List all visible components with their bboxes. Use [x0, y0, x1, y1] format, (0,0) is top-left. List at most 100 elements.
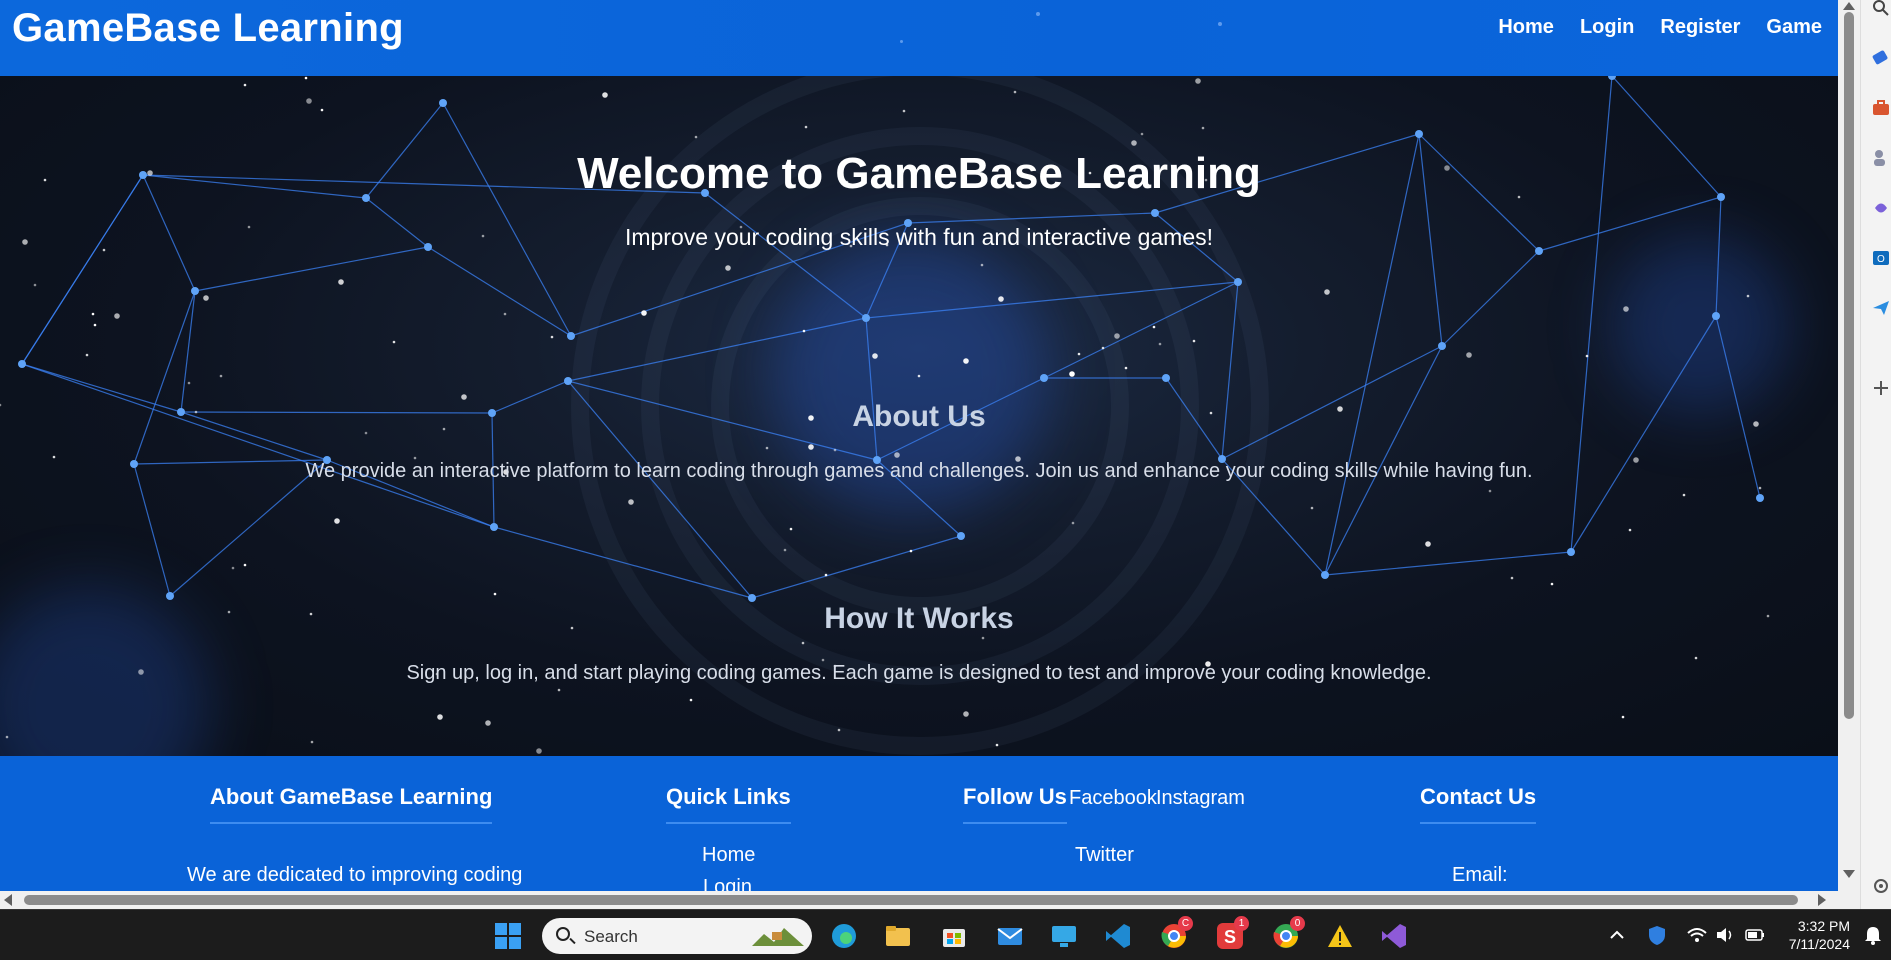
site-brand[interactable]: GameBase Learning [12, 6, 404, 51]
chrome-profile-badge: 0 [1290, 916, 1305, 931]
network-node [1151, 209, 1159, 217]
scroll-up-arrow-icon[interactable] [1843, 2, 1855, 10]
star [872, 353, 878, 359]
star [802, 329, 806, 333]
sidebar-add-icon[interactable] [1871, 378, 1891, 398]
footer-about-title: About GameBase Learning [210, 784, 493, 824]
how-title: How It Works [824, 602, 1014, 635]
star [536, 748, 542, 754]
star [1425, 541, 1431, 547]
network-line [1324, 551, 1572, 576]
star [1324, 289, 1330, 295]
star [1077, 352, 1081, 356]
footer-link-login[interactable]: Login [703, 876, 752, 891]
horizontal-scrollbar[interactable] [0, 891, 1838, 909]
footer-link-home[interactable]: Home [702, 844, 755, 867]
star [85, 353, 89, 357]
footer-follow-col: Follow Us [963, 784, 1067, 824]
chrome-profile-icon[interactable]: 0 [1272, 916, 1305, 950]
star [33, 283, 37, 287]
star [91, 312, 95, 316]
network-line [1441, 250, 1540, 347]
star [804, 125, 808, 129]
warning-icon[interactable] [1326, 922, 1354, 950]
sidebar-copilot-icon[interactable] [1871, 198, 1891, 218]
taskbar: Search C S 1 0 3:32 PM 7/11/2024 [0, 909, 1891, 960]
star [1310, 506, 1314, 510]
nav-register[interactable]: Register [1660, 16, 1740, 39]
footer-about-text: We are dedicated to improving coding [187, 864, 523, 886]
volume-icon[interactable] [1714, 924, 1736, 946]
sidebar-briefcase-icon[interactable] [1871, 98, 1891, 118]
vertical-scroll-thumb[interactable] [1844, 12, 1854, 719]
file-explorer-icon[interactable] [884, 922, 912, 950]
search-highlight-icon [752, 928, 804, 946]
hero-title: Welcome to GameBase Learning [577, 149, 1261, 198]
star [304, 76, 308, 80]
sidebar-settings-icon[interactable] [1871, 876, 1891, 896]
sidebar-tag-icon[interactable] [1871, 48, 1891, 68]
network-node [18, 360, 26, 368]
star [1628, 528, 1632, 532]
sidebar-outlook-icon[interactable]: O [1871, 248, 1891, 268]
network-line [194, 246, 429, 292]
chrome-badge: C [1178, 916, 1193, 931]
battery-icon[interactable] [1744, 924, 1766, 946]
notification-bell-icon[interactable] [1862, 924, 1884, 946]
star [52, 455, 56, 459]
star [1158, 342, 1162, 346]
star [334, 518, 340, 524]
microsoft-store-icon[interactable] [940, 922, 968, 950]
chrome-icon[interactable]: C [1160, 916, 1193, 950]
network-node [1567, 548, 1575, 556]
sidebar-search-icon[interactable] [1871, 0, 1891, 20]
nav-home[interactable]: Home [1498, 16, 1554, 39]
star [1746, 294, 1750, 298]
star [821, 658, 825, 662]
sidebar-send-icon[interactable] [1871, 298, 1891, 318]
network-line [133, 463, 171, 597]
network-node [1415, 130, 1423, 138]
clock-date[interactable]: 7/11/2024 [1778, 936, 1850, 952]
footer-link-facebook[interactable]: Facebook [1069, 787, 1157, 810]
visual-studio-icon[interactable] [1380, 922, 1408, 950]
vertical-scrollbar[interactable] [1838, 0, 1860, 891]
network-node [1756, 494, 1764, 502]
star [550, 335, 554, 339]
header-star [1218, 22, 1222, 26]
screen: GameBase Learning Home Login Register Ga… [0, 0, 1891, 960]
edge-browser-icon[interactable] [830, 922, 858, 950]
star [1682, 493, 1686, 497]
star [1510, 576, 1514, 580]
star [1195, 78, 1201, 84]
browser-viewport: GameBase Learning Home Login Register Ga… [0, 0, 1838, 891]
footer-link-twitter[interactable]: Twitter [1075, 844, 1134, 867]
site-footer: About GameBase Learning We are dedicated… [0, 756, 1838, 891]
star [203, 295, 209, 301]
footer-quick-col: Quick Links [666, 784, 791, 824]
star [1069, 371, 1075, 377]
wifi-icon[interactable] [1686, 924, 1708, 946]
start-windows-icon[interactable] [494, 922, 522, 950]
footer-link-instagram[interactable]: Instagram [1156, 787, 1245, 810]
network-node [957, 532, 965, 540]
skype-icon[interactable]: S 1 [1216, 916, 1249, 950]
sidebar-people-icon[interactable] [1871, 148, 1891, 168]
vscode-icon[interactable] [1104, 922, 1132, 950]
hero-section: Welcome to GameBase Learning Improve you… [0, 76, 1838, 756]
scroll-right-arrow-icon[interactable] [1818, 894, 1826, 906]
scroll-down-arrow-icon[interactable] [1843, 870, 1855, 878]
mail-icon[interactable] [996, 922, 1024, 950]
remote-desktop-icon[interactable] [1050, 922, 1078, 950]
taskbar-search[interactable]: Search [542, 918, 812, 954]
tray-shield-icon[interactable] [1646, 924, 1668, 946]
star [1114, 333, 1120, 339]
scroll-left-arrow-icon[interactable] [4, 894, 12, 906]
nav-game[interactable]: Game [1766, 16, 1822, 39]
network-node [1712, 312, 1720, 320]
horizontal-scroll-thumb[interactable] [24, 895, 1798, 905]
tray-chevron-up-icon[interactable] [1606, 924, 1628, 946]
network-line [1043, 281, 1239, 379]
nav-login[interactable]: Login [1580, 16, 1634, 39]
clock-time[interactable]: 3:32 PM [1778, 918, 1850, 934]
